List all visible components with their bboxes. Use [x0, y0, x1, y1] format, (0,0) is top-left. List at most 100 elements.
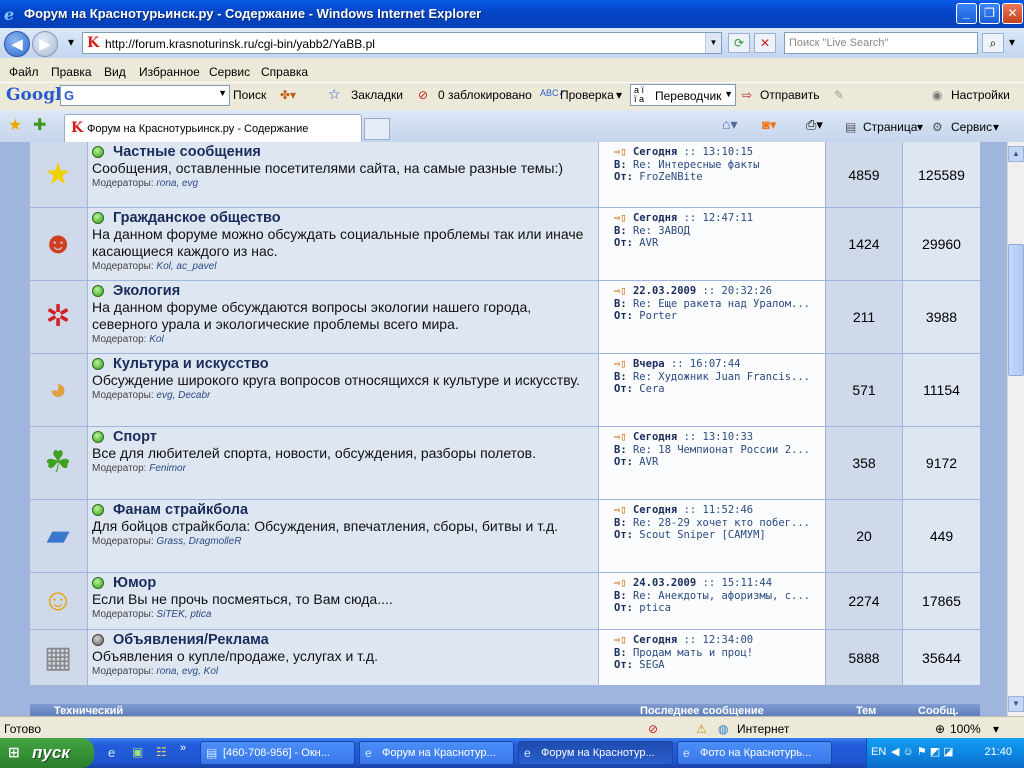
refresh-button[interactable]: ⟳: [728, 33, 750, 53]
back-button[interactable]: ◀: [4, 31, 30, 57]
forum-title-link[interactable]: Гражданское общество: [113, 210, 281, 226]
last-post-topic-link[interactable]: Re: 28-29 хочет кто побег...: [633, 517, 810, 529]
bookmarks-button[interactable]: Закладки: [351, 88, 403, 102]
translator-button[interactable]: a її a Переводчик ▼: [630, 84, 736, 106]
last-post-topic-link[interactable]: Re: Анекдоты, афоризмы, с...: [633, 590, 810, 602]
new-tab-button[interactable]: [364, 118, 390, 140]
last-post-topic-link[interactable]: Продам мать и проц!: [633, 647, 753, 659]
goto-last-post-icon[interactable]: ⇨▯: [614, 285, 627, 297]
google-dropdown-icon[interactable]: ▼: [218, 88, 227, 98]
goto-last-post-icon[interactable]: ⇨▯: [614, 358, 627, 370]
forum-title-link[interactable]: Экология: [113, 283, 180, 299]
task-button-2[interactable]: e Форум на Краснотур...: [359, 741, 514, 765]
menu-file[interactable]: Файл: [9, 65, 39, 79]
quicklaunch-desktop-icon[interactable]: ▣: [132, 745, 143, 759]
settings-button[interactable]: Настройки: [951, 88, 1010, 102]
live-search-input[interactable]: Поиск "Live Search": [784, 32, 978, 54]
forward-button[interactable]: ▶: [32, 31, 58, 57]
goto-last-post-icon[interactable]: ⇨▯: [614, 634, 627, 646]
google-search-button[interactable]: Поиск: [233, 88, 266, 102]
forum-title-link[interactable]: Объявления/Реклама: [113, 632, 269, 648]
close-button[interactable]: ✕: [1002, 3, 1023, 24]
favorites-star-icon[interactable]: ★: [8, 115, 22, 135]
minimize-button[interactable]: _: [956, 3, 977, 24]
category-title[interactable]: Технический: [54, 705, 123, 716]
tools-menu-dropdown-icon[interactable]: ▾: [993, 120, 999, 134]
history-dropdown[interactable]: ▾: [60, 33, 82, 53]
vertical-scrollbar[interactable]: ▲ ▼: [1007, 142, 1024, 716]
moderator-links[interactable]: Kol, ac_pavel: [156, 261, 216, 272]
popup-blocked-count[interactable]: 0 заблокировано: [438, 88, 532, 102]
puzzle-icon[interactable]: ✤▾: [280, 88, 296, 102]
task-button-4[interactable]: e Фото на Краснотурь...: [677, 741, 832, 765]
send-button[interactable]: Отправить: [760, 88, 820, 102]
menu-edit[interactable]: Правка: [51, 65, 92, 79]
moderator-links[interactable]: Kol: [149, 334, 163, 345]
tools-menu-button[interactable]: Сервис: [951, 120, 992, 134]
scroll-down-button[interactable]: ▼: [1008, 696, 1024, 712]
menu-favorites[interactable]: Избранное: [139, 65, 200, 79]
last-post-author-link[interactable]: ptica: [639, 602, 671, 614]
spellcheck-button[interactable]: Проверка: [560, 88, 614, 102]
menu-view[interactable]: Вид: [104, 65, 126, 79]
task-button-3[interactable]: e Форум на Краснотур...: [518, 741, 673, 765]
last-post-author-link[interactable]: Cera: [639, 383, 664, 395]
page-menu-dropdown-icon[interactable]: ▾: [917, 120, 923, 134]
stop-button[interactable]: ✕: [754, 33, 776, 53]
spellcheck-dropdown-icon[interactable]: ▾: [616, 88, 622, 102]
rss-feed-icon[interactable]: ◙▾: [762, 117, 776, 133]
menu-tools[interactable]: Сервис: [209, 65, 250, 79]
translator-dropdown-icon[interactable]: ▼: [724, 89, 733, 99]
menu-help[interactable]: Справка: [261, 65, 308, 79]
forum-title-link[interactable]: Культура и искусство: [113, 356, 269, 372]
search-icon[interactable]: ⌕: [982, 33, 1004, 53]
forum-title-link[interactable]: Юмор: [113, 575, 156, 591]
forum-title-link[interactable]: Частные сообщения: [113, 144, 261, 160]
scroll-thumb[interactable]: [1008, 244, 1024, 376]
highlighter-icon[interactable]: ✎: [834, 88, 844, 102]
scroll-up-button[interactable]: ▲: [1008, 146, 1024, 162]
goto-last-post-icon[interactable]: ⇨▯: [614, 577, 627, 589]
home-icon[interactable]: ⌂▾: [722, 116, 737, 133]
last-post-topic-link[interactable]: Re: 18 Чемпионат России 2...: [633, 444, 810, 456]
moderator-links[interactable]: SiTEK, ptica: [156, 609, 211, 620]
url-input[interactable]: K http://forum.krasnoturinsk.ru/cgi-bin/…: [82, 32, 722, 54]
moderator-links[interactable]: rona, evg: [156, 178, 198, 189]
goto-last-post-icon[interactable]: ⇨▯: [614, 504, 627, 516]
page-menu-button[interactable]: Страница: [863, 120, 917, 134]
zoom-level[interactable]: 100%: [950, 722, 981, 736]
moderator-links[interactable]: Fenimor: [149, 463, 186, 474]
forum-title-link[interactable]: Фанам страйкбола: [113, 502, 248, 518]
search-dropdown-icon[interactable]: ▾: [1004, 33, 1020, 53]
add-favorites-icon[interactable]: ✚: [33, 115, 46, 135]
url-dropdown-icon[interactable]: ▼: [705, 33, 721, 53]
moderator-links[interactable]: evg, Decabr: [156, 390, 210, 401]
google-search-input[interactable]: G ▼: [60, 85, 230, 106]
print-icon[interactable]: ⎙▾: [806, 117, 823, 133]
language-indicator[interactable]: EN: [871, 746, 886, 758]
zoom-dropdown-icon[interactable]: ▾: [993, 722, 999, 736]
start-button[interactable]: ⊞ пуск: [0, 738, 94, 768]
quicklaunch-more-icon[interactable]: »: [180, 742, 186, 754]
quicklaunch-ie-icon[interactable]: e: [108, 745, 115, 760]
last-post-topic-link[interactable]: Re: ЗАВОД: [633, 225, 690, 237]
moderator-links[interactable]: rona, evg, Kol: [156, 666, 218, 677]
tray-icons[interactable]: ◀ ☺ ⚑ ◩ ◪: [891, 745, 954, 758]
last-post-topic-link[interactable]: Re: Художник Juan Francis...: [633, 371, 810, 383]
goto-last-post-icon[interactable]: ⇨▯: [614, 212, 627, 224]
last-post-topic-link[interactable]: Re: Еще ракета над Уралом...: [633, 298, 810, 310]
last-post-author-link[interactable]: AVR: [639, 237, 658, 249]
last-post-author-link[interactable]: Scout Sniper [САМУМ]: [639, 529, 765, 541]
tab-forum-active[interactable]: K Форум на Краснотурьинск.ру - Содержани…: [64, 114, 362, 142]
last-post-topic-link[interactable]: Re: Интересные факты: [633, 159, 759, 171]
last-post-author-link[interactable]: Porter: [639, 310, 677, 322]
quicklaunch-app-icon[interactable]: ☷: [156, 745, 167, 759]
maximize-button[interactable]: ❐: [979, 3, 1000, 24]
goto-last-post-icon[interactable]: ⇨▯: [614, 146, 627, 158]
forum-title-link[interactable]: Спорт: [113, 429, 157, 445]
last-post-author-link[interactable]: SEGA: [639, 659, 664, 671]
goto-last-post-icon[interactable]: ⇨▯: [614, 431, 627, 443]
last-post-author-link[interactable]: AVR: [639, 456, 658, 468]
moderator-links[interactable]: Grass, DragmolleR: [156, 536, 241, 547]
last-post-author-link[interactable]: FroZeNBite: [639, 171, 702, 183]
